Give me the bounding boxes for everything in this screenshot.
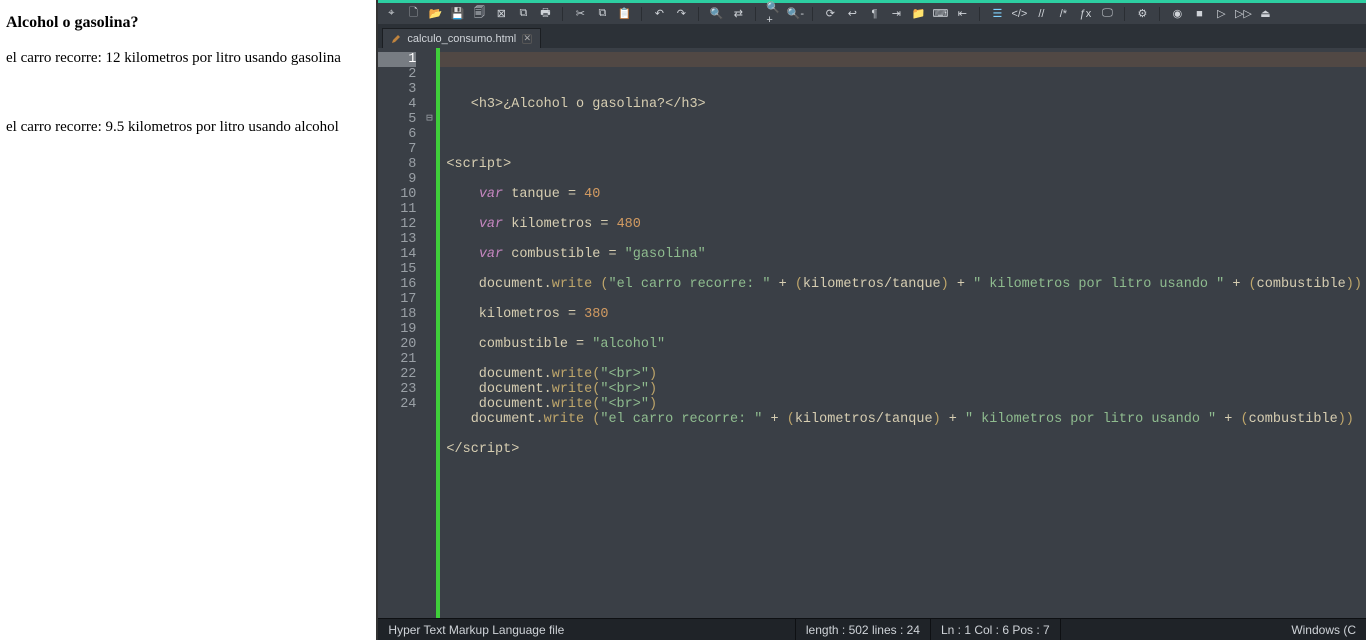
- code-line[interactable]: document.write("<br>"): [446, 397, 1362, 412]
- code-line[interactable]: [446, 322, 1362, 337]
- code-line[interactable]: combustible = "alcohol": [446, 337, 1362, 352]
- zoomin-icon[interactable]: 🔍+: [766, 7, 780, 21]
- code-line[interactable]: [446, 262, 1362, 277]
- new-icon[interactable]: 🗋: [406, 7, 420, 21]
- paste-icon[interactable]: 📋: [617, 7, 631, 21]
- code-line[interactable]: document.write("<br>"): [446, 367, 1362, 382]
- code-line[interactable]: [446, 142, 1362, 157]
- status-filetype: Hyper Text Markup Language file: [378, 619, 574, 640]
- lang-icon[interactable]: ⌨: [933, 7, 947, 21]
- editor-pane: ⌖ 🗋 📂 💾 🗐 ⊠ ⧉ 🖶 ✂ ⧉ 📋 ↶ ↷ 🔍 ⇄ 🔍+ 🔍- ⟳ ↩ ¶ ⇥ 📁 ⌨ ⇤ ☰ </> // /* ƒx 🖵 ⚙ ◉ ■…: [378, 0, 1366, 640]
- target-icon[interactable]: ⌖: [384, 7, 398, 21]
- code-line[interactable]: document.write ("el carro recorre: " + (…: [446, 277, 1362, 292]
- sync-icon[interactable]: ⟳: [823, 7, 837, 21]
- code-line[interactable]: [446, 232, 1362, 247]
- code-line[interactable]: [446, 427, 1362, 442]
- redo-icon[interactable]: ↷: [674, 7, 688, 21]
- status-bar: Hyper Text Markup Language file length :…: [378, 618, 1366, 640]
- code-line[interactable]: [446, 292, 1362, 307]
- stop-icon[interactable]: ■: [1192, 7, 1206, 21]
- browser-output-pane: Alcohol o gasolina? el carro recorre: 12…: [0, 0, 378, 640]
- code-line[interactable]: document.write ("el carro recorre: " + (…: [446, 412, 1362, 427]
- code-icon[interactable]: </>: [1012, 7, 1026, 21]
- save-icon[interactable]: 💾: [450, 7, 464, 21]
- code-line[interactable]: [446, 202, 1362, 217]
- comment-icon[interactable]: //: [1034, 7, 1048, 21]
- play-icon[interactable]: ▷: [1214, 7, 1228, 21]
- code-line[interactable]: [446, 172, 1362, 187]
- ff-icon[interactable]: ▷▷: [1236, 7, 1250, 21]
- monitor-icon[interactable]: 🖵: [1100, 7, 1114, 21]
- tab-bar: calculo_consumo.html ✕: [378, 24, 1366, 48]
- tab-filename: calculo_consumo.html: [407, 33, 516, 45]
- uncomment-icon[interactable]: /*: [1056, 7, 1070, 21]
- search-icon[interactable]: 🔍: [709, 7, 723, 21]
- status-length: length : 502 lines : 24: [796, 619, 930, 640]
- outdent-icon[interactable]: ⇤: [955, 7, 969, 21]
- pencil-icon: [391, 34, 401, 44]
- zoomout-icon[interactable]: 🔍-: [788, 7, 802, 21]
- macro-icon[interactable]: ⏏: [1258, 7, 1272, 21]
- replace-icon[interactable]: ⇄: [731, 7, 745, 21]
- fold-column: ⊟: [422, 48, 436, 618]
- code-line[interactable]: <script>: [446, 157, 1362, 172]
- code-text[interactable]: <h3>¿Alcohol o gasolina?</h3> <script> va…: [440, 48, 1366, 618]
- settings-icon[interactable]: ⚙: [1135, 7, 1149, 21]
- cut-icon[interactable]: ✂: [573, 7, 587, 21]
- close-icon[interactable]: ✕: [522, 34, 532, 44]
- line-number-gutter: 123456789101112131415161718192021222324: [378, 48, 422, 618]
- file-tab[interactable]: calculo_consumo.html ✕: [382, 28, 541, 48]
- status-position: Ln : 1 Col : 6 Pos : 7: [931, 619, 1060, 640]
- code-line[interactable]: document.write("<br>"): [446, 382, 1362, 397]
- page-title: Alcohol o gasolina?: [6, 14, 370, 32]
- saveall-icon[interactable]: 🗐: [472, 7, 486, 21]
- output-line-2: el carro recorre: 9.5 kilometros por lit…: [6, 119, 370, 136]
- copy-icon[interactable]: ⧉: [595, 7, 609, 21]
- code-line[interactable]: <h3>¿Alcohol o gasolina?</h3>: [446, 97, 1362, 112]
- print-icon[interactable]: 🖶: [538, 7, 552, 21]
- code-line[interactable]: kilometros = 380: [446, 307, 1362, 322]
- open-icon[interactable]: 📂: [428, 7, 442, 21]
- editor-toolbar: ⌖ 🗋 📂 💾 🗐 ⊠ ⧉ 🖶 ✂ ⧉ 📋 ↶ ↷ 🔍 ⇄ 🔍+ 🔍- ⟳ ↩ ¶ ⇥ 📁 ⌨ ⇤ ☰ </> // /* ƒx 🖵 ⚙ ◉ ■…: [378, 0, 1366, 24]
- close-icon[interactable]: ⊠: [494, 7, 508, 21]
- closeall-icon[interactable]: ⧉: [516, 7, 530, 21]
- current-line-highlight: [440, 52, 1366, 67]
- code-line[interactable]: var kilometros = 480: [446, 217, 1362, 232]
- folder-icon[interactable]: 📁: [911, 7, 925, 21]
- code-line[interactable]: var tanque = 40: [446, 187, 1362, 202]
- code-line[interactable]: </script>: [446, 442, 1362, 457]
- func-icon[interactable]: ƒx: [1078, 7, 1092, 21]
- indent-icon[interactable]: ⇥: [889, 7, 903, 21]
- invisible-icon[interactable]: ¶: [867, 7, 881, 21]
- code-line[interactable]: [446, 127, 1362, 142]
- record-icon[interactable]: ◉: [1170, 7, 1184, 21]
- code-line[interactable]: [446, 112, 1362, 127]
- showall-icon[interactable]: ☰: [990, 7, 1004, 21]
- code-line[interactable]: [446, 352, 1362, 367]
- wrap-icon[interactable]: ↩: [845, 7, 859, 21]
- status-encoding: Windows (C: [1281, 619, 1366, 640]
- output-line-1: el carro recorre: 12 kilometros por litr…: [6, 50, 370, 67]
- code-line[interactable]: var combustible = "gasolina": [446, 247, 1362, 262]
- code-area[interactable]: 123456789101112131415161718192021222324 …: [378, 48, 1366, 618]
- undo-icon[interactable]: ↶: [652, 7, 666, 21]
